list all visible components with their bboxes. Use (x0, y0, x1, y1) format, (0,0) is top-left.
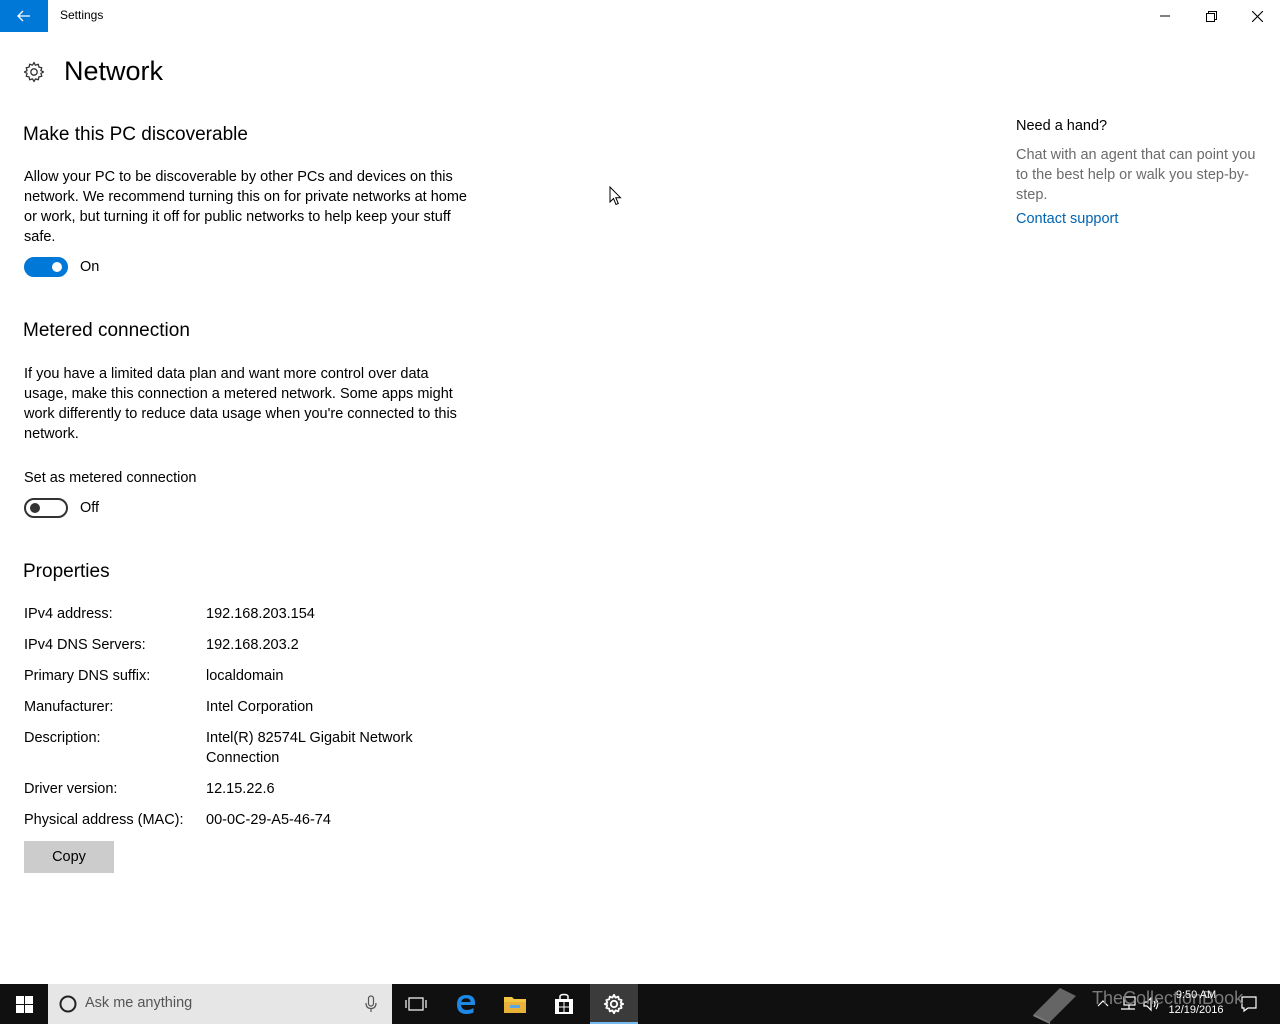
cortana-icon (59, 995, 77, 1013)
task-view-button[interactable] (392, 984, 440, 1024)
store-bag-icon (555, 993, 573, 1014)
close-icon (1251, 10, 1263, 22)
prop-value-ipv4: 192.168.203.154 (206, 606, 315, 622)
prop-value-dns-suffix: localdomain (206, 668, 284, 684)
prop-label-mac: Physical address (MAC): (24, 812, 184, 828)
mouse-cursor-icon (609, 186, 622, 206)
toggle-knob (30, 503, 40, 513)
prop-label-description: Description: (24, 730, 101, 746)
book-watermark-icon (1033, 988, 1076, 1024)
prop-value-dns-servers: 192.168.203.2 (206, 637, 299, 653)
gear-icon (23, 61, 45, 83)
prop-value-mac: 00-0C-29-A5-46-74 (206, 812, 331, 828)
search-placeholder: Ask me anything (85, 995, 193, 1011)
folder-icon (504, 997, 526, 1013)
metered-setting-label: Set as metered connection (24, 470, 197, 486)
metered-toggle[interactable] (24, 498, 68, 518)
minimize-button[interactable] (1142, 0, 1188, 32)
metered-toggle-state: Off (80, 500, 100, 516)
prop-label-dns-suffix: Primary DNS suffix: (24, 668, 151, 684)
contact-support-link[interactable]: Contact support (1016, 211, 1118, 227)
back-button[interactable] (0, 0, 48, 32)
properties-heading: Properties (23, 561, 110, 582)
minimize-icon (1160, 15, 1170, 17)
toggle-knob (52, 262, 62, 272)
help-text: Chat with an agent that can point you to… (1016, 147, 1256, 203)
restore-icon (1205, 10, 1217, 22)
prop-label-dns-servers: IPv4 DNS Servers: (24, 637, 146, 653)
cortana-search-box[interactable]: Ask me anything (48, 984, 392, 1024)
metered-description: If you have a limited data plan and want… (24, 366, 457, 442)
microphone-icon[interactable] (365, 995, 377, 1013)
prop-value-manufacturer: Intel Corporation (206, 699, 314, 715)
prop-label-driver-version: Driver version: (24, 781, 118, 797)
clock-time: 9:50 AM (1175, 989, 1217, 1001)
start-button[interactable] (0, 984, 48, 1024)
prop-value-driver-version: 12.15.22.6 (206, 781, 275, 797)
discoverable-toggle-state: On (80, 259, 100, 275)
discoverable-heading: Make this PC discoverable (23, 124, 248, 145)
back-arrow-icon (17, 10, 30, 22)
metered-heading: Metered connection (23, 320, 190, 341)
settings-taskbar-button[interactable] (590, 984, 638, 1024)
edge-taskbar-button[interactable] (442, 984, 490, 1024)
page-title: Network (64, 56, 164, 86)
task-view-icon (405, 997, 427, 1011)
window-title: Settings (60, 8, 104, 22)
taskbar-clock[interactable]: 9:50 AM 12/19/2016 (1160, 988, 1232, 1018)
clock-date: 12/19/2016 (1168, 1004, 1224, 1016)
title-bar: Settings (0, 0, 1280, 32)
prop-label-ipv4: IPv4 address: (24, 606, 113, 622)
help-title: Need a hand? (1016, 118, 1108, 134)
discoverable-toggle[interactable] (24, 257, 68, 277)
close-button[interactable] (1234, 0, 1280, 32)
store-taskbar-button[interactable] (540, 984, 588, 1024)
discoverable-description: Allow your PC to be discoverable by othe… (24, 169, 467, 245)
copy-button[interactable]: Copy (24, 841, 114, 873)
file-explorer-taskbar-button[interactable] (491, 984, 539, 1024)
restore-button[interactable] (1188, 0, 1234, 32)
taskbar: Ask me anything (0, 984, 1280, 1024)
prop-value-description: Intel(R) 82574L Gigabit Network Connecti… (206, 730, 413, 766)
settings-gear-icon (603, 993, 625, 1015)
prop-label-manufacturer: Manufacturer: (24, 699, 114, 715)
windows-logo-icon (15, 995, 33, 1013)
edge-browser-icon (457, 995, 475, 1014)
